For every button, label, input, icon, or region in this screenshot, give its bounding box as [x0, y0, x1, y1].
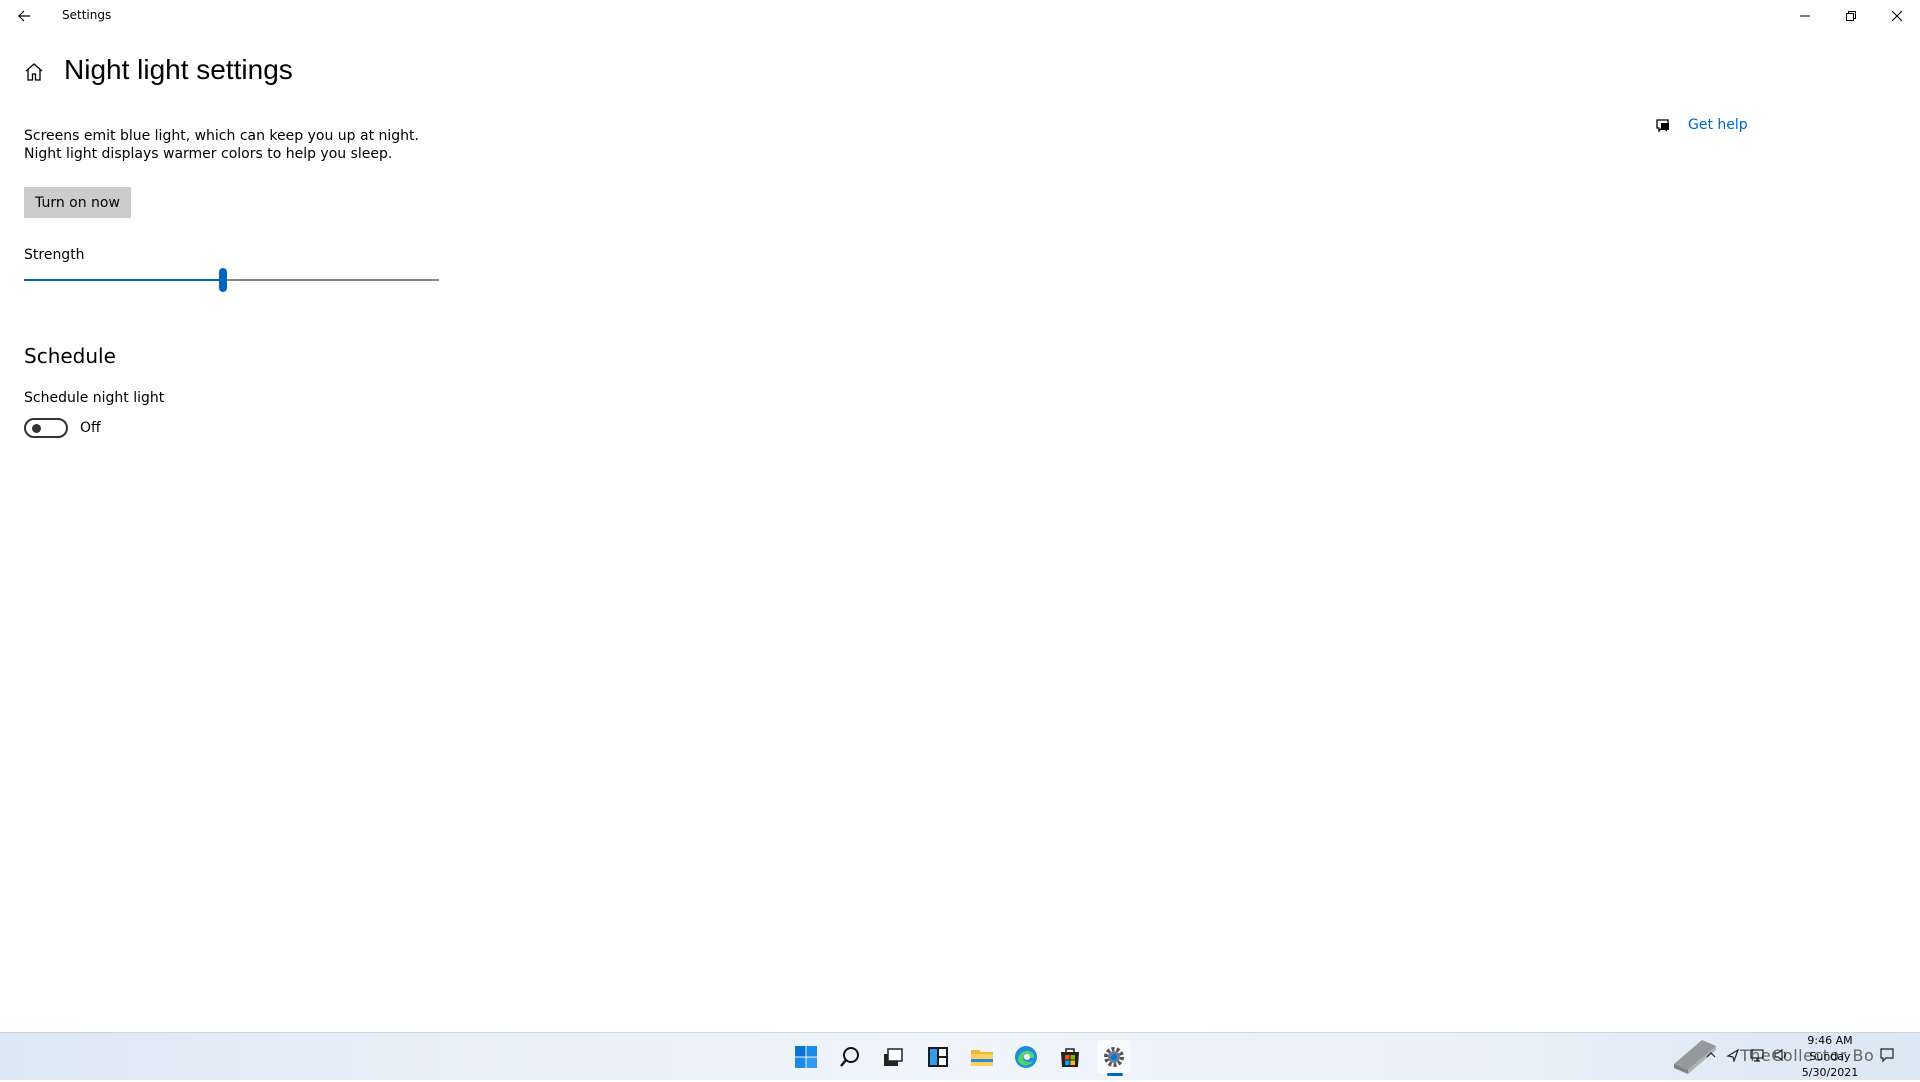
- schedule-night-light-toggle[interactable]: [24, 418, 68, 438]
- restore-icon: [1846, 11, 1856, 21]
- strength-slider-fill: [24, 279, 224, 281]
- clock-day: Sunday: [1809, 1050, 1851, 1063]
- edge-icon[interactable]: [1009, 1040, 1043, 1074]
- file-explorer-icon[interactable]: [965, 1040, 999, 1074]
- volume-icon[interactable]: [1770, 1044, 1792, 1066]
- home-button[interactable]: [22, 60, 46, 84]
- show-hidden-icons-icon[interactable]: [1700, 1044, 1722, 1066]
- clock-time: 9:46 AM: [1807, 1034, 1853, 1047]
- window-title: Settings: [62, 8, 112, 22]
- close-icon: [1891, 10, 1903, 22]
- page-title: Night light settings: [64, 54, 293, 85]
- back-button[interactable]: [10, 2, 38, 30]
- get-help-link[interactable]: Get help: [1688, 117, 1748, 133]
- get-help-icon[interactable]: [1654, 116, 1674, 136]
- minimize-icon: [1800, 15, 1810, 17]
- active-app-indicator: [1107, 1073, 1123, 1076]
- settings-icon[interactable]: [1097, 1040, 1131, 1074]
- network-icon[interactable]: [1746, 1044, 1768, 1066]
- taskbar-clock[interactable]: 9:46 AM Sunday 5/30/2021: [1796, 1033, 1864, 1081]
- minimize-button[interactable]: [1782, 0, 1828, 32]
- night-light-description: Screens emit blue light, which can keep …: [24, 128, 419, 162]
- toggle-knob: [32, 424, 41, 433]
- notifications-icon[interactable]: [1876, 1044, 1898, 1066]
- search-icon[interactable]: [833, 1040, 867, 1074]
- toggle-state-text: Off: [80, 420, 101, 436]
- location-icon[interactable]: [1722, 1044, 1744, 1066]
- close-button[interactable]: [1874, 0, 1920, 32]
- task-view-icon[interactable]: [876, 1040, 910, 1074]
- schedule-night-light-label: Schedule night light: [24, 390, 165, 406]
- windows-start-icon[interactable]: [789, 1040, 823, 1074]
- store-icon[interactable]: [1053, 1040, 1087, 1074]
- strength-slider-thumb[interactable]: [219, 268, 228, 292]
- strength-label: Strength: [24, 247, 85, 263]
- title-bar: Settings: [0, 0, 1920, 32]
- back-arrow-icon: [18, 10, 30, 22]
- taskbar: [0, 1032, 1920, 1080]
- restore-button[interactable]: [1828, 0, 1874, 32]
- schedule-section-title: Schedule: [24, 344, 116, 368]
- clock-date: 5/30/2021: [1801, 1066, 1859, 1079]
- turn-on-now-button[interactable]: Turn on now: [24, 187, 131, 218]
- home-icon: [25, 63, 43, 81]
- widgets-icon[interactable]: [921, 1040, 955, 1074]
